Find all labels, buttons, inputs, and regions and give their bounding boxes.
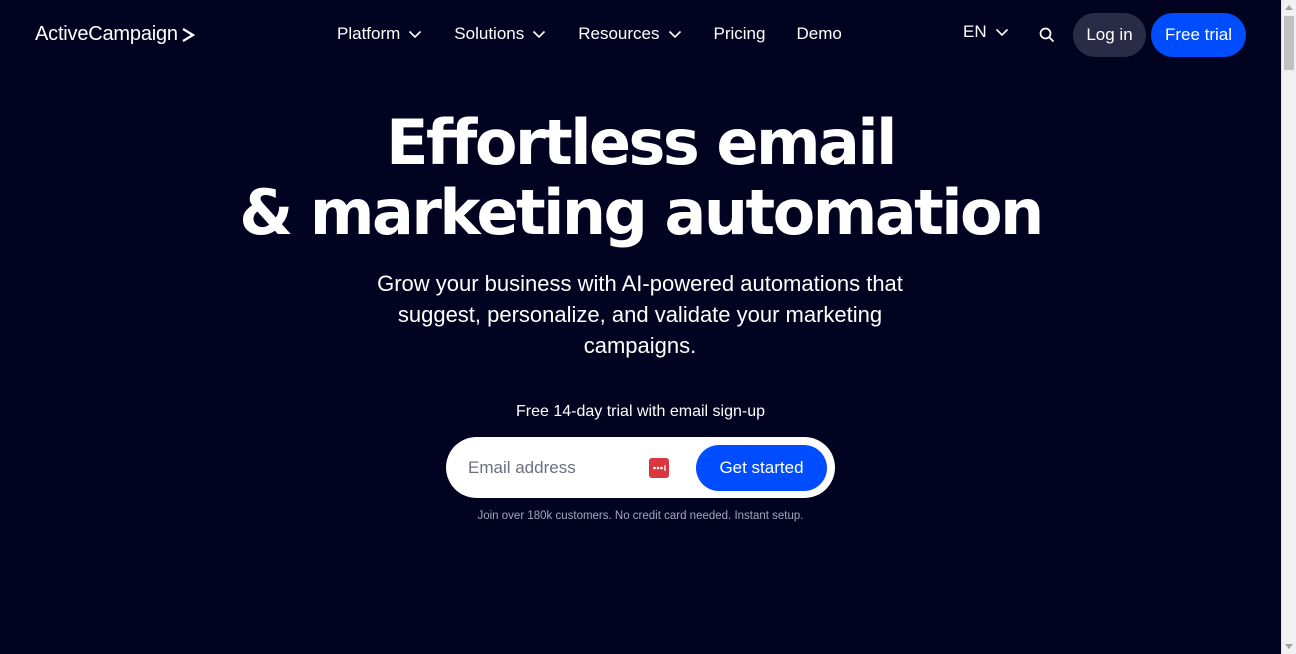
password-manager-icon[interactable] xyxy=(649,458,669,478)
site-header: ActiveCampaign Platform Solutions Resour… xyxy=(0,0,1281,70)
vertical-scrollbar[interactable] xyxy=(1281,0,1296,654)
nav-demo-label: Demo xyxy=(796,24,842,43)
logo-chevron-icon xyxy=(182,27,195,42)
fine-print: Join over 180k customers. No credit card… xyxy=(477,510,804,522)
nav-pricing[interactable]: Pricing xyxy=(714,24,766,44)
login-button[interactable]: Log in xyxy=(1073,13,1146,57)
nav-solutions[interactable]: Solutions xyxy=(454,24,546,44)
nav-platform-label: Platform xyxy=(337,24,401,43)
nav-platform[interactable]: Platform xyxy=(337,24,422,44)
nav-resources[interactable]: Resources xyxy=(578,24,681,44)
nav-demo[interactable]: Demo xyxy=(796,24,841,44)
search-icon xyxy=(1039,27,1054,42)
chevron-down-icon xyxy=(995,28,1008,37)
search-button[interactable] xyxy=(1036,24,1058,46)
email-input[interactable] xyxy=(466,451,650,485)
scroll-up-arrow-icon[interactable] xyxy=(1285,5,1293,10)
chevron-down-icon xyxy=(668,30,681,39)
browser-viewport: ActiveCampaign Platform Solutions Resour… xyxy=(0,0,1296,654)
hero-title-line-2: & marketing automation xyxy=(239,176,1044,249)
logo-text: ActiveCampaign xyxy=(35,23,178,45)
nav-resources-label: Resources xyxy=(578,24,660,43)
hero-title: Effortless email & marketing automation xyxy=(0,108,1281,248)
activecampaign-logo[interactable]: ActiveCampaign xyxy=(35,23,195,46)
trial-note: Free 14-day trial with email sign-up xyxy=(516,403,765,420)
chevron-down-icon xyxy=(533,30,546,39)
language-label: EN xyxy=(963,22,987,41)
page: ActiveCampaign Platform Solutions Resour… xyxy=(0,0,1281,654)
get-started-button[interactable]: Get started xyxy=(696,445,827,491)
chevron-down-icon xyxy=(409,30,422,39)
scroll-down-arrow-icon[interactable] xyxy=(1285,644,1293,649)
password-dots-icon xyxy=(653,465,666,471)
free-trial-button[interactable]: Free trial xyxy=(1151,13,1246,57)
nav-pricing-label: Pricing xyxy=(713,24,766,43)
hero-subtitle: Grow your business with AI-powered autom… xyxy=(377,271,903,358)
scrollbar-thumb[interactable] xyxy=(1284,16,1294,70)
main-nav: Platform Solutions Resources Pricing Dem… xyxy=(337,22,842,46)
nav-solutions-label: Solutions xyxy=(454,24,525,43)
signup-form: Get started xyxy=(446,437,835,498)
hero-title-line-1: Effortless email xyxy=(386,106,897,179)
language-selector[interactable]: EN xyxy=(963,22,1009,42)
